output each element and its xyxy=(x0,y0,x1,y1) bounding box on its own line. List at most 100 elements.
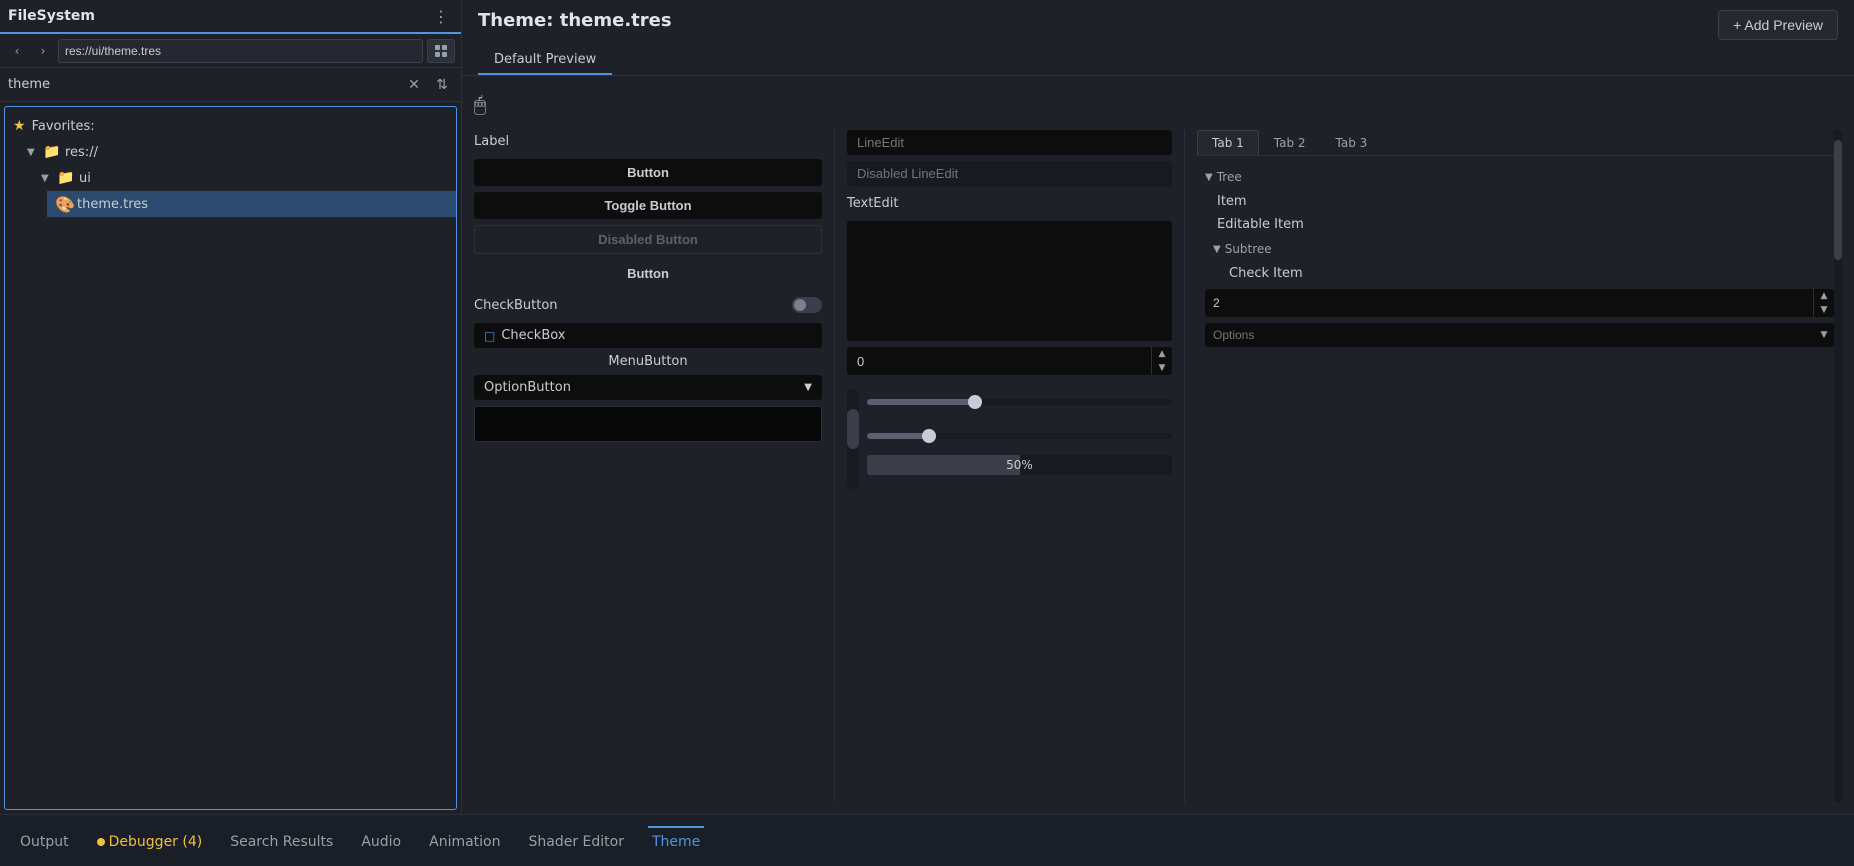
color-picker-control[interactable] xyxy=(474,406,822,442)
grid-view-button[interactable] xyxy=(427,39,455,63)
path-input[interactable] xyxy=(58,39,423,63)
tree-collapse-icon: ▼ xyxy=(1205,172,1213,183)
dropdown-arrow-icon: ▼ xyxy=(804,382,812,393)
slider-1[interactable] xyxy=(867,399,1172,405)
preview-main: 🖱 Label Button Toggle Button Disabled Bu… xyxy=(462,76,1854,814)
right-scrollbar[interactable] xyxy=(1834,130,1842,802)
editor-header: Theme: theme.tres + Add Preview Default … xyxy=(462,0,1854,76)
tree-item-ui[interactable]: ▼ 📁 ui xyxy=(33,165,456,191)
filesystem-titlebar: FileSystem ⋮ xyxy=(0,0,461,34)
slider-fill xyxy=(867,399,974,405)
spinbox-up-icon[interactable]: ▲ xyxy=(1152,347,1172,361)
tree-section: ▼ Tree Item Editable Item ▼ Subtr xyxy=(1197,164,1842,349)
bottom-tab-search-results[interactable]: Search Results xyxy=(226,826,337,856)
tree-item-theme[interactable]: 🎨 theme.tres xyxy=(47,191,456,217)
preview-left-column: Label Button Toggle Button Disabled Butt… xyxy=(474,130,834,802)
right-scrollbar-thumb xyxy=(1834,140,1842,260)
theme-file-icon: 🎨 xyxy=(55,195,73,214)
preview-tab-3[interactable]: Tab 3 xyxy=(1321,130,1383,155)
tree-spinbox-row: ▲ ▼ xyxy=(1197,285,1842,321)
progress-fill xyxy=(867,455,1020,475)
bottom-bar: Output Debugger (4) Search Results Audio… xyxy=(0,814,1854,866)
filter-bar: theme ✕ ⇅ xyxy=(0,68,461,102)
tree-section-content: Item Editable Item ▼ Subtree xyxy=(1197,190,1842,349)
tree-item-label: res:// xyxy=(65,145,98,160)
tree-section-header[interactable]: ▼ Tree xyxy=(1197,164,1842,190)
spinbox-arrows: ▲ ▼ xyxy=(1151,347,1172,375)
options-input[interactable] xyxy=(1205,324,1814,346)
textedit-control[interactable] xyxy=(847,221,1172,341)
disabled-lineedit-control xyxy=(847,161,1172,186)
filter-settings-button[interactable]: ⇅ xyxy=(431,74,453,96)
subtree-label: Subtree xyxy=(1225,242,1272,256)
check-button-label: CheckButton xyxy=(474,298,558,313)
back-button[interactable]: ‹ xyxy=(6,40,28,62)
favorites-header: ★ Favorites: xyxy=(5,113,456,139)
label-control: Label xyxy=(474,130,822,153)
forward-button[interactable]: › xyxy=(32,40,54,62)
filesystem-panel: FileSystem ⋮ ‹ › theme xyxy=(0,0,462,814)
button-control[interactable]: Button xyxy=(474,159,822,186)
tree-spinbox-arrows: ▲ ▼ xyxy=(1813,289,1834,317)
spinbox-down-icon[interactable]: ▼ xyxy=(1814,303,1834,317)
bottom-tab-theme[interactable]: Theme xyxy=(648,826,704,856)
add-preview-button[interactable]: + Add Preview xyxy=(1718,10,1838,40)
spinbox-up-icon[interactable]: ▲ xyxy=(1814,289,1834,303)
vertical-scrollbar[interactable] xyxy=(847,389,859,489)
bottom-tab-audio[interactable]: Audio xyxy=(357,826,405,856)
tree-options-row: ▼ xyxy=(1197,321,1842,349)
tree-item-res[interactable]: ▼ 📁 res:// xyxy=(19,139,456,165)
tree-spinbox-input[interactable] xyxy=(1205,292,1813,314)
subtree-collapse-icon: ▼ xyxy=(1213,244,1221,255)
spinbox-down-icon[interactable]: ▼ xyxy=(1152,361,1172,375)
option-button-control[interactable]: OptionButton ▼ xyxy=(474,375,822,400)
toggle-switch[interactable] xyxy=(792,297,822,313)
preview-mid-column: TextEdit ▲ ▼ xyxy=(834,130,1184,802)
tree-spinbox[interactable]: ▲ ▼ xyxy=(1205,289,1834,317)
folder-icon: 📁 xyxy=(43,144,61,160)
spinbox-control[interactable]: ▲ ▼ xyxy=(847,347,1172,375)
preview-toolbar: 🖱 xyxy=(474,88,1842,120)
toggle-button-control[interactable]: Toggle Button xyxy=(474,192,822,219)
bottom-tab-shader-editor[interactable]: Shader Editor xyxy=(525,826,628,856)
tree-editable-item-row[interactable]: Editable Item xyxy=(1197,213,1842,236)
preview-right-column: Tab 1 Tab 2 Tab 3 ▼ xyxy=(1184,130,1842,802)
tree-item-label: theme.tres xyxy=(77,197,148,212)
bottom-tab-animation[interactable]: Animation xyxy=(425,826,504,856)
file-tree: ★ Favorites: ▼ 📁 res:// ▼ 📁 ui 🎨 xyxy=(4,106,457,810)
menu-button-control[interactable]: MenuButton xyxy=(596,349,699,374)
debugger-dot-icon xyxy=(97,838,105,846)
slider-thumb[interactable] xyxy=(922,429,936,443)
tree-check-item-row[interactable]: Check Item xyxy=(1197,262,1842,285)
slider-2[interactable] xyxy=(867,433,1172,439)
progress-bar: 50% xyxy=(867,455,1172,475)
chevron-down-icon: ▼ xyxy=(41,173,53,184)
path-bar: ‹ › xyxy=(0,34,461,68)
bottom-tab-output[interactable]: Output xyxy=(16,826,73,856)
filesystem-menu-icon[interactable]: ⋮ xyxy=(429,4,453,28)
cursor-icon: 🖱 xyxy=(474,92,486,116)
lineedit-control[interactable] xyxy=(847,130,1172,155)
bottom-tab-debugger[interactable]: Debugger (4) xyxy=(93,826,207,856)
spinbox-input[interactable] xyxy=(847,349,1151,374)
options-select[interactable]: ▼ xyxy=(1205,323,1834,347)
tab-default-preview[interactable]: Default Preview xyxy=(478,46,612,75)
tree-item-row[interactable]: Item xyxy=(1197,190,1842,213)
subtree-header[interactable]: ▼ Subtree xyxy=(1197,236,1842,262)
editor-tabs-bar: Default Preview xyxy=(478,46,1838,75)
editor-title: Theme: theme.tres xyxy=(478,10,672,31)
scroll-area: 50% xyxy=(847,389,1172,802)
chevron-down-icon: ▼ xyxy=(27,147,39,158)
preview-tab-1[interactable]: Tab 1 xyxy=(1197,130,1259,155)
checkbox-control[interactable]: □ CheckBox xyxy=(474,323,822,348)
filter-close-button[interactable]: ✕ xyxy=(403,74,425,96)
slider-thumb[interactable] xyxy=(968,395,982,409)
disabled-button-control: Disabled Button xyxy=(474,225,822,254)
preview-area: 🖱 Label Button Toggle Button Disabled Bu… xyxy=(462,76,1854,814)
check-button-row: CheckButton xyxy=(474,293,822,317)
flat-button-control[interactable]: Button xyxy=(474,260,822,287)
preview-tab-2[interactable]: Tab 2 xyxy=(1259,130,1321,155)
checkbox-icon: □ xyxy=(484,329,495,343)
select-arrow-icon[interactable]: ▼ xyxy=(1814,323,1834,347)
progress-label: 50% xyxy=(1006,458,1033,472)
